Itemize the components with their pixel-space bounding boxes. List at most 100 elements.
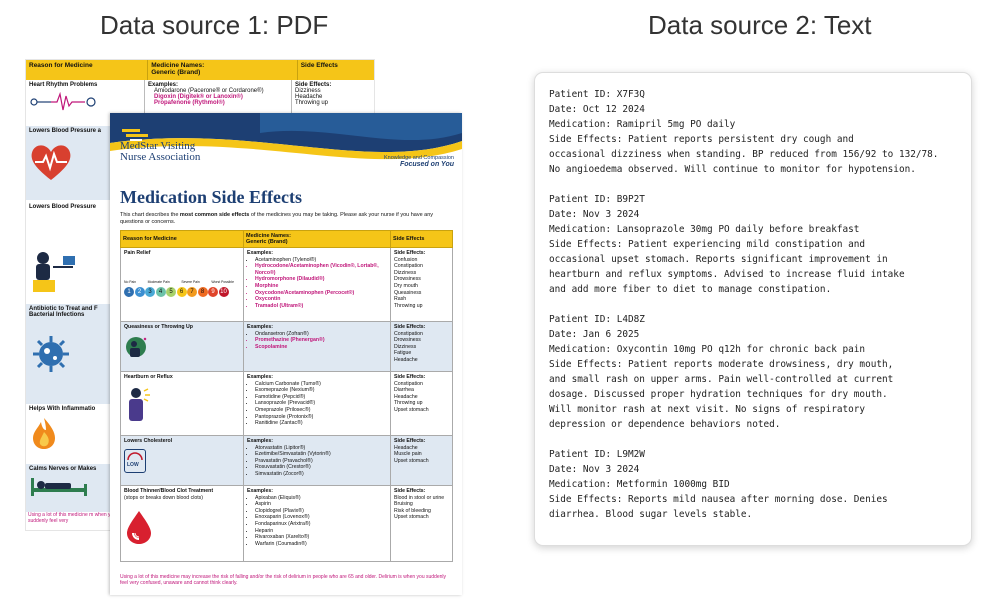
reason-cell: Heartburn or Reflux [120, 371, 244, 436]
medication-item: Fondaparinux (Arixtra®) [255, 521, 387, 528]
header-side-effects: Side Effects [390, 230, 453, 248]
pdf-front-page: MedStar Visiting Nurse Association Knowl… [110, 113, 462, 595]
pdf-source-heading: Data source 1: PDF [100, 10, 329, 40]
med-names-cell: Examples:Calcium Carbonate (Tums®)Esomep… [243, 371, 391, 436]
table-row: Heartburn or Reflux Examples:Calcium Car… [120, 371, 453, 436]
side-effect-item: Upset stomach [394, 457, 429, 464]
reason-cell: Blood Thinner/Blood Clot Treatment (stop… [120, 485, 244, 562]
back-side-3: Throwing up [295, 100, 329, 106]
pain-scale-label: Severe Pain [181, 279, 200, 284]
header-reason: Reason for Medicine [120, 230, 244, 248]
pain-scale-dot: 2 [134, 287, 145, 298]
medication-list: Atorvastatin (Lipitor®)Ezetimibe/Simvast… [247, 445, 387, 478]
side-effect-item: Fatigue [394, 350, 412, 357]
med-names-cell: Examples:Ondansetron (Zofran®)Promethazi… [243, 321, 391, 372]
gauge-icon [127, 451, 143, 460]
pain-scale-dot: 7 [187, 287, 197, 298]
side-effect-item: Bruising [394, 501, 413, 508]
table-row: Blood Thinner/Blood Clot Treatment (stop… [120, 485, 453, 562]
sleeping-person-icon [31, 478, 87, 496]
back-header-names: Medicine Names: Generic (Brand) [148, 60, 298, 80]
front-footnote: Using a lot of this medicine may increas… [120, 574, 447, 586]
back-left-row-5: Calms Nerves or Makes [26, 464, 110, 512]
side-effects-cell: Side Effects: Confusion Constipation Dizzin… [390, 247, 453, 322]
medication-item: Warfarin (Coumadin®) [255, 541, 387, 548]
pain-scale-dot: 9 [208, 287, 218, 298]
back-left-row-3: Antibiotic to Treat and F Bacterial Infe… [26, 304, 110, 404]
side-effects-cell: Side Effects: Blood in stool or urine Brui… [390, 485, 453, 562]
medication-item: Promethazine (Phenergan®) [255, 337, 387, 344]
medication-table: Reason for Medicine Medicine Names: Gene… [120, 230, 453, 562]
side-effects-list: Confusion Constipation Dizziness Drowsiness… [394, 257, 449, 310]
pdf-title: Medication Side Effects [120, 187, 302, 207]
patient-record: Patient ID: X7F3Q Date: Oct 12 2024 Medi… [549, 89, 939, 175]
side-effect-item: Muscle pain [394, 451, 422, 458]
back-left-label-2: Lowers Blood Pressure [29, 204, 97, 210]
heartburn-person-icon [129, 387, 150, 421]
med-names-cell: Examples:Atorvastatin (Lipitor®)Ezetimib… [243, 435, 391, 486]
side-effect-item: Headache [394, 393, 418, 400]
pdf-intro-a: This chart describes the [120, 212, 180, 218]
pain-scale-label: Moderate Pain [147, 279, 170, 284]
tagline: Knowledge and Compassion Focused on You [384, 155, 454, 168]
pain-scale-dot: 3 [145, 287, 155, 298]
medication-item: Oxycodone/Acetaminophen (Percocet®) [255, 290, 387, 297]
side-effect-item: Drowsiness [394, 337, 421, 344]
medication-item: Apixaban (Eliquis®) [255, 495, 387, 502]
bacteria-icon [33, 336, 69, 372]
table-row: Lowers Cholesterol LOW Examples:Atorvast… [120, 435, 453, 486]
back-row-reason: Heart Rhythm Problems [29, 82, 98, 88]
person-computer-icon [33, 252, 75, 292]
back-left-label-4: Helps With Inflammatio [29, 406, 96, 412]
side-effect-item: Constipation [394, 263, 423, 270]
patient-record: Patient ID: L9M2W Date: Nov 3 2024 Medic… [549, 449, 888, 520]
side-effect-item: Blood in stool or urine [394, 494, 445, 501]
pain-scale-dot: 5 [166, 287, 176, 298]
patient-record: Patient ID: L4D8Z Date: Jan 6 2025 Medic… [549, 314, 894, 430]
side-effect-item: Rash [394, 296, 407, 303]
medication-item: Lansoprazole (Prevacid®) [255, 400, 387, 407]
medication-item: Hydrocodone/Acetaminophen (Vicodin®, Lor… [255, 263, 387, 276]
side-effect-item: Upset stomach [394, 406, 429, 413]
pain-scale-dot: 6 [176, 287, 187, 298]
med-names-cell: Examples:Apixaban (Eliquis®)AspirinClopi… [243, 485, 391, 562]
side-effect-item: Confusion [394, 256, 418, 263]
patient-record: Patient ID: B9P2T Date: Nov 3 2024 Medic… [549, 194, 905, 295]
reason-sub: (stops or breaks down blood clots) [124, 494, 204, 501]
reason-cell: Pain Relief No Pain Moderate Pain Severe… [120, 247, 244, 322]
low-cholesterol-icon: LOW [124, 448, 146, 473]
side-effects-cell: Side Effects: Constipation Drowsiness Dizzi… [390, 321, 453, 372]
side-effects-cell: Side Effects: Headache Muscle pain Upset st… [390, 435, 453, 486]
side-effects-cell: Side Effects: Constipation Diarrhea Headach… [390, 371, 453, 436]
back-left-label-5: Calms Nerves or Makes [29, 466, 97, 472]
side-effect-item: Constipation [394, 330, 423, 337]
medication-item: Morphine [255, 283, 387, 290]
nauseous-person-icon [126, 336, 147, 357]
medication-item: Oxycontin [255, 296, 387, 303]
heartbeat-icon [30, 91, 96, 111]
side-effects-list: Constipation Drowsiness Dizziness Fatigue He… [394, 331, 449, 364]
back-footnote: Using a lot of this medicine m when you … [28, 512, 117, 524]
side-effect-item: Upset stomach [394, 514, 429, 521]
back-header-reason: Reason for Medicine [26, 60, 149, 80]
medication-item: Aspirin [255, 501, 387, 508]
reason-label: Pain Relief [124, 250, 151, 256]
side-effect-item: Risk of bleeding [394, 507, 431, 514]
side-effect-item: Drowsiness [394, 276, 421, 283]
back-left-label-1: Lowers Blood Pressure a [29, 128, 102, 134]
patient-notes-card: Patient ID: X7F3Q Date: Oct 12 2024 Medi… [534, 72, 972, 546]
side-effects-list: Headache Muscle pain Upset stomach [394, 445, 449, 465]
text-source-heading: Data source 2: Text [648, 10, 872, 40]
header-names: Medicine Names: Generic (Brand) [243, 230, 391, 248]
table-row: Pain Relief No Pain Moderate Pain Severe… [120, 247, 453, 322]
side-effect-item: Dry mouth [394, 282, 418, 289]
back-left-row-1: Lowers Blood Pressure a [26, 126, 110, 200]
reason-label: Heartburn or Reflux [124, 374, 173, 380]
reason-label: Blood Thinner/Blood Clot Treatment [124, 488, 214, 494]
pain-scale-dot: 1 [124, 287, 134, 298]
org-name-line-2: Nurse Association [120, 151, 201, 163]
low-badge: LOW [127, 461, 139, 468]
medication-list: Apixaban (Eliquis®)AspirinClopidogrel (P… [247, 495, 387, 548]
medication-item: Rosuvastatin (Crestor®) [255, 464, 387, 471]
side-effect-item: Queasiness [394, 289, 422, 296]
